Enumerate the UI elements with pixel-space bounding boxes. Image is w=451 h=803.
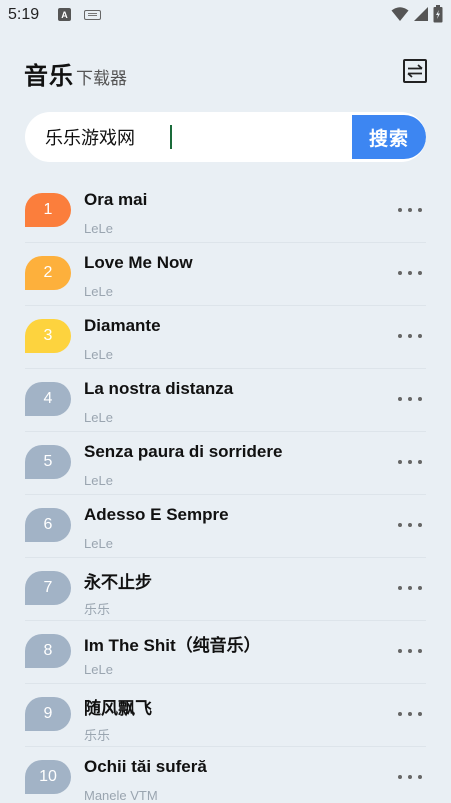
signal-icon <box>414 7 428 21</box>
keyboard-icon <box>84 10 101 20</box>
song-title: 随风飘飞 <box>84 699 152 718</box>
more-dot <box>398 586 402 590</box>
more-dot <box>398 649 402 653</box>
status-icons <box>391 5 443 23</box>
song-artist: LeLe <box>84 221 113 236</box>
more-dot <box>398 712 402 716</box>
song-list-item[interactable]: 9 随风飘飞乐乐 <box>25 684 426 747</box>
song-artist: LeLe <box>84 410 113 425</box>
swap-button[interactable] <box>403 59 427 83</box>
more-dot <box>418 397 422 401</box>
rank-badge: 5 <box>25 445 71 479</box>
search-bar: 搜索 <box>25 112 426 162</box>
a-notification-icon: A <box>58 8 71 21</box>
song-title: Ora mai <box>84 190 148 209</box>
page-subtitle: 下载器 <box>76 69 127 89</box>
status-bar: 5:19 A <box>0 0 451 32</box>
song-list-item[interactable]: 4 La nostra distanza LeLe <box>25 369 426 432</box>
more-dot <box>418 334 422 338</box>
status-time: 5:19 <box>8 6 40 23</box>
song-artist: 乐乐 <box>84 728 111 743</box>
more-dot <box>408 460 412 464</box>
more-dot <box>398 397 402 401</box>
more-options-icon[interactable] <box>398 456 422 468</box>
more-dot <box>408 775 412 779</box>
song-artist: LeLe <box>84 662 113 677</box>
app-header: 音乐 下载器 <box>24 56 127 91</box>
rank-badge: 10 <box>25 760 71 794</box>
more-dot <box>398 271 402 275</box>
search-button[interactable]: 搜索 <box>352 115 426 159</box>
song-title: Adesso E Sempre <box>84 505 229 524</box>
more-options-icon[interactable] <box>398 519 422 531</box>
more-dot <box>408 334 412 338</box>
song-artist: LeLe <box>84 473 113 488</box>
more-dot <box>408 649 412 653</box>
rank-badge: 2 <box>25 256 71 290</box>
song-list-item[interactable]: 6 Adesso E Sempre LeLe <box>25 495 426 558</box>
song-list: 1 Ora mai LeLe 2 Love Me Now LeLe 3 Diamante LeL… <box>0 180 451 803</box>
more-dot <box>418 460 422 464</box>
more-dot <box>398 523 402 527</box>
more-dot <box>418 586 422 590</box>
more-dot <box>398 334 402 338</box>
rank-badge: 6 <box>25 508 71 542</box>
text-cursor <box>170 125 172 149</box>
song-list-item[interactable]: 1 Ora mai LeLe <box>25 180 426 243</box>
more-dot <box>398 208 402 212</box>
rank-badge: 1 <box>25 193 71 227</box>
more-dot <box>408 397 412 401</box>
more-options-icon[interactable] <box>398 204 422 216</box>
more-dot <box>418 649 422 653</box>
song-artist: 乐乐 <box>84 602 111 617</box>
more-dot <box>418 712 422 716</box>
song-title: Senza paura di sorridere <box>84 442 283 461</box>
wifi-icon <box>391 7 409 21</box>
song-title: Im The Shit（纯音乐） <box>84 636 261 655</box>
more-dot <box>418 523 422 527</box>
swap-icon <box>407 64 423 78</box>
more-dot <box>408 208 412 212</box>
more-dot <box>408 586 412 590</box>
song-list-item[interactable]: 7 永不止步乐乐 <box>25 558 426 621</box>
rank-badge: 9 <box>25 697 71 731</box>
song-title: 永不止步 <box>84 573 152 592</box>
more-dot <box>398 460 402 464</box>
page-title: 音乐 <box>24 62 74 90</box>
more-options-icon[interactable] <box>398 330 422 342</box>
rank-badge: 7 <box>25 571 71 605</box>
song-artist: Manele VTM <box>84 788 158 803</box>
rank-badge: 8 <box>25 634 71 668</box>
more-options-icon[interactable] <box>398 267 422 279</box>
song-artist: LeLe <box>84 284 113 299</box>
song-list-item[interactable]: 3 Diamante LeLe <box>25 306 426 369</box>
song-artist: LeLe <box>84 536 113 551</box>
song-list-item[interactable]: 5 Senza paura di sorridere LeLe <box>25 432 426 495</box>
more-options-icon[interactable] <box>398 645 422 657</box>
song-list-item[interactable]: 2 Love Me Now LeLe <box>25 243 426 306</box>
rank-badge: 4 <box>25 382 71 416</box>
battery-icon <box>433 5 443 23</box>
song-title: La nostra distanza <box>84 379 234 398</box>
more-options-icon[interactable] <box>398 393 422 405</box>
more-dot <box>398 775 402 779</box>
more-dot <box>418 208 422 212</box>
song-title: Diamante <box>84 316 161 335</box>
song-artist: LeLe <box>84 347 113 362</box>
more-dot <box>418 775 422 779</box>
more-options-icon[interactable] <box>398 708 422 720</box>
more-dot <box>418 271 422 275</box>
rank-badge: 3 <box>25 319 71 353</box>
more-dot <box>408 523 412 527</box>
more-dot <box>408 271 412 275</box>
song-title: Ochii tăi suferă <box>84 757 207 776</box>
more-options-icon[interactable] <box>398 582 422 594</box>
more-dot <box>408 712 412 716</box>
more-options-icon[interactable] <box>398 771 422 783</box>
song-list-item[interactable]: 10 Ochii tăi suferă Manele VTM <box>25 747 426 803</box>
song-list-item[interactable]: 8 Im The Shit（纯音乐） LeLe <box>25 621 426 684</box>
song-title: Love Me Now <box>84 253 193 272</box>
